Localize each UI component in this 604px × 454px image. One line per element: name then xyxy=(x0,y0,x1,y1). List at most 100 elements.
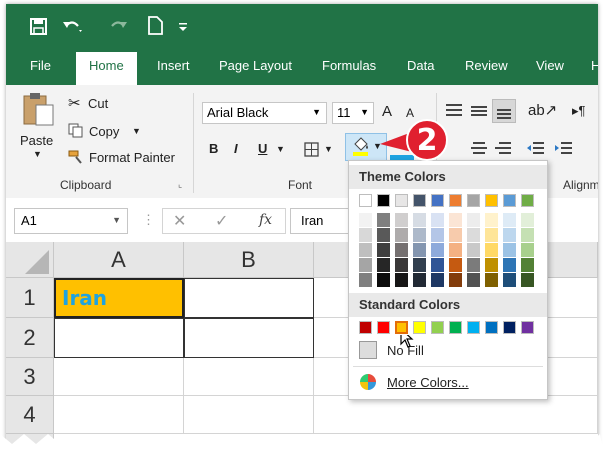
underline-button[interactable]: U xyxy=(258,141,267,156)
standard-color-swatch[interactable] xyxy=(521,321,534,334)
cancel-icon[interactable]: ✕ xyxy=(173,211,186,231)
theme-shade-swatch[interactable] xyxy=(395,258,408,272)
theme-shade-swatch[interactable] xyxy=(467,243,480,257)
format-painter-button[interactable]: Format Painter xyxy=(68,148,178,168)
cell-b1[interactable] xyxy=(184,278,314,318)
new-document-icon[interactable] xyxy=(148,16,163,35)
align-right-icon[interactable] xyxy=(495,142,511,154)
align-center-icon[interactable] xyxy=(471,142,487,154)
standard-color-swatch[interactable] xyxy=(377,321,390,334)
theme-shade-swatch[interactable] xyxy=(377,258,390,272)
align-bottom-button[interactable] xyxy=(492,99,516,123)
theme-shade-swatch[interactable] xyxy=(359,258,372,272)
theme-shade-swatch[interactable] xyxy=(377,243,390,257)
standard-color-swatch[interactable] xyxy=(485,321,498,334)
theme-color-swatch[interactable] xyxy=(449,194,462,207)
decrease-indent-icon[interactable] xyxy=(526,142,544,154)
tab-review[interactable]: Review xyxy=(465,58,508,73)
theme-shade-swatch[interactable] xyxy=(503,258,516,272)
theme-shade-swatch[interactable] xyxy=(449,258,462,272)
theme-shade-swatch[interactable] xyxy=(413,243,426,257)
bold-button[interactable]: B xyxy=(209,141,218,156)
theme-shade-swatch[interactable] xyxy=(431,213,444,227)
cell[interactable] xyxy=(314,396,598,434)
cell-b4[interactable] xyxy=(184,396,314,434)
theme-color-swatch[interactable] xyxy=(431,194,444,207)
tab-formulas[interactable]: Formulas xyxy=(322,58,376,73)
no-fill-option[interactable]: No Fill xyxy=(349,337,547,365)
theme-shade-swatch[interactable] xyxy=(359,243,372,257)
theme-color-swatch[interactable] xyxy=(503,194,516,207)
cell-a2[interactable] xyxy=(54,318,184,358)
enter-icon[interactable]: ✓ xyxy=(215,211,228,231)
theme-color-swatch[interactable] xyxy=(485,194,498,207)
align-top-icon[interactable] xyxy=(446,104,462,116)
tab-page-layout[interactable]: Page Layout xyxy=(219,58,292,73)
more-colors-option[interactable]: More Colors... xyxy=(349,369,547,395)
text-direction-icon[interactable]: ▸¶ xyxy=(572,103,586,119)
standard-color-swatch[interactable] xyxy=(359,321,372,334)
dialog-launcher-icon[interactable]: ⌞ xyxy=(178,179,182,190)
theme-shade-swatch[interactable] xyxy=(485,213,498,227)
column-header-b[interactable]: B xyxy=(184,242,314,278)
row-header-1[interactable]: 1 xyxy=(6,278,54,318)
cell-b2[interactable] xyxy=(184,318,314,358)
theme-shade-swatch[interactable] xyxy=(431,258,444,272)
theme-color-swatch[interactable] xyxy=(395,194,408,207)
theme-color-swatch[interactable] xyxy=(359,194,372,207)
theme-shade-swatch[interactable] xyxy=(503,213,516,227)
align-middle-icon[interactable] xyxy=(471,106,487,116)
standard-color-swatch[interactable] xyxy=(467,321,480,334)
standard-color-swatch[interactable] xyxy=(413,321,426,334)
theme-shade-swatch[interactable] xyxy=(413,258,426,272)
font-size-select[interactable]: 11 ▼ xyxy=(332,102,374,124)
theme-shade-swatch[interactable] xyxy=(485,273,498,287)
theme-shade-swatch[interactable] xyxy=(485,228,498,242)
theme-shade-swatch[interactable] xyxy=(395,213,408,227)
theme-shade-swatch[interactable] xyxy=(413,213,426,227)
copy-button[interactable]: Copy ▼ xyxy=(68,122,148,142)
theme-shade-swatch[interactable] xyxy=(503,273,516,287)
theme-shade-swatch[interactable] xyxy=(431,228,444,242)
theme-shade-swatch[interactable] xyxy=(449,228,462,242)
formula-input[interactable]: Iran xyxy=(290,208,350,234)
theme-shade-swatch[interactable] xyxy=(377,228,390,242)
cell-b3[interactable] xyxy=(184,358,314,396)
italic-button[interactable]: I xyxy=(234,141,238,156)
theme-shade-swatch[interactable] xyxy=(467,213,480,227)
row-header-3[interactable]: 3 xyxy=(6,358,54,396)
cut-button[interactable]: ✂ Cut xyxy=(68,94,128,114)
theme-shade-swatch[interactable] xyxy=(503,243,516,257)
standard-color-orange-selected[interactable] xyxy=(394,320,409,335)
theme-shade-swatch[interactable] xyxy=(359,273,372,287)
theme-shade-swatch[interactable] xyxy=(485,243,498,257)
theme-shade-swatch[interactable] xyxy=(395,228,408,242)
customize-qat-icon[interactable] xyxy=(178,22,188,32)
theme-shade-swatch[interactable] xyxy=(413,228,426,242)
theme-shade-swatch[interactable] xyxy=(521,228,534,242)
theme-shade-swatch[interactable] xyxy=(431,243,444,257)
theme-shade-swatch[interactable] xyxy=(395,273,408,287)
theme-shade-swatch[interactable] xyxy=(521,213,534,227)
standard-color-swatch[interactable] xyxy=(431,321,444,334)
insert-function-icon[interactable]: fx xyxy=(259,212,272,228)
theme-color-swatch[interactable] xyxy=(413,194,426,207)
theme-shade-swatch[interactable] xyxy=(431,273,444,287)
copy-dropdown-icon[interactable]: ▼ xyxy=(132,126,141,136)
underline-dropdown-icon[interactable]: ▼ xyxy=(276,144,285,154)
increase-indent-icon[interactable] xyxy=(554,142,572,154)
theme-color-swatch[interactable] xyxy=(377,194,390,207)
theme-color-swatch[interactable] xyxy=(521,194,534,207)
theme-shade-swatch[interactable] xyxy=(449,213,462,227)
theme-shade-swatch[interactable] xyxy=(395,243,408,257)
theme-shade-swatch[interactable] xyxy=(485,258,498,272)
decrease-font-size-icon[interactable]: A xyxy=(406,106,414,120)
standard-color-swatch[interactable] xyxy=(449,321,462,334)
row-header-4[interactable]: 4 xyxy=(6,396,54,434)
theme-color-swatch[interactable] xyxy=(467,194,480,207)
undo-icon[interactable] xyxy=(62,18,84,35)
theme-shade-swatch[interactable] xyxy=(467,273,480,287)
paste-dropdown-icon[interactable]: ▼ xyxy=(33,149,42,159)
theme-shade-swatch[interactable] xyxy=(359,213,372,227)
tab-insert[interactable]: Insert xyxy=(157,58,190,73)
